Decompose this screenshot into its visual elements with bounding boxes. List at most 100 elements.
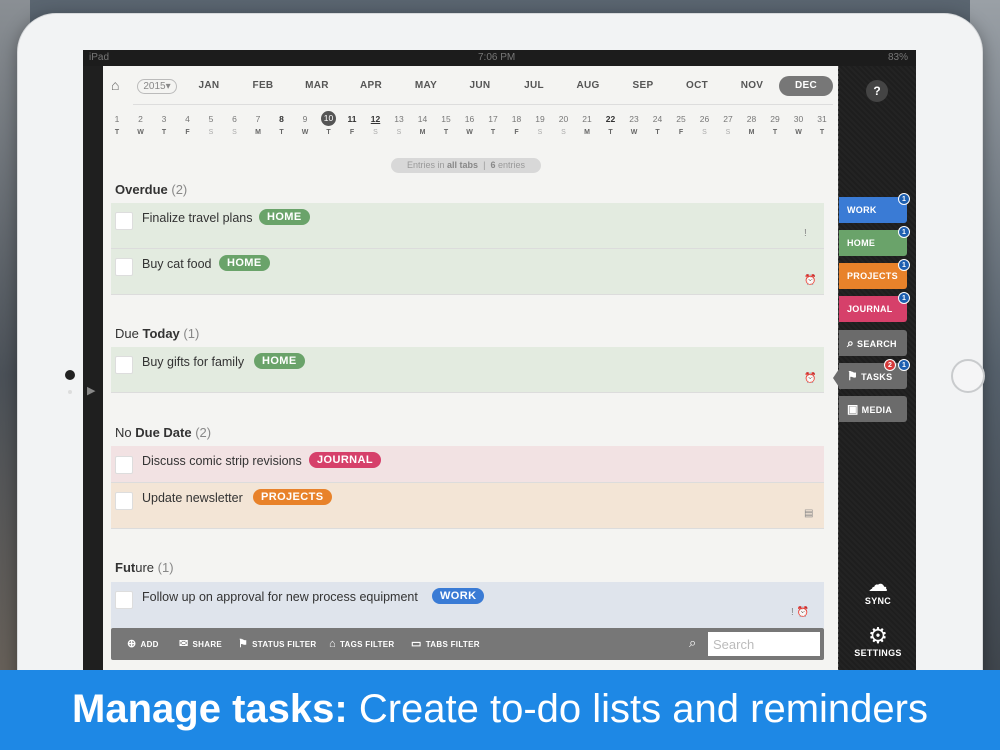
day-number: 4 bbox=[185, 114, 190, 124]
tab-work[interactable]: WORK bbox=[839, 197, 907, 223]
month-jun[interactable]: JUN bbox=[453, 76, 507, 96]
day-weekday: T bbox=[490, 129, 496, 136]
tag-home[interactable]: HOME bbox=[254, 353, 305, 369]
day-weekday: M bbox=[419, 129, 426, 136]
day-number: 28 bbox=[746, 114, 757, 124]
task-row[interactable]: Update newsletter PROJECTS ▤ bbox=[111, 483, 824, 529]
tag-projects[interactable]: PROJECTS bbox=[253, 489, 332, 505]
tag-journal[interactable]: JOURNAL bbox=[309, 452, 381, 468]
day-cell[interactable]: 15 T bbox=[436, 112, 456, 136]
day-cell[interactable]: 6S bbox=[225, 112, 245, 136]
day-cell[interactable]: 23 W bbox=[624, 112, 644, 136]
month-jan[interactable]: JAN bbox=[182, 76, 236, 96]
day-cell[interactable]: 11 F bbox=[342, 112, 362, 136]
day-cell[interactable]: 21 M bbox=[577, 112, 597, 136]
day-weekday: W bbox=[795, 129, 802, 136]
expand-arrow-icon[interactable]: ▶ bbox=[87, 384, 95, 397]
tabs-filter-button[interactable]: ▭ TABS FILTER bbox=[411, 628, 480, 660]
month-sep[interactable]: SEP bbox=[616, 76, 670, 96]
divider bbox=[133, 104, 833, 105]
day-cell[interactable]: 17 T bbox=[483, 112, 503, 136]
left-drawer-strip[interactable]: ▶ bbox=[83, 66, 103, 672]
tab-label: TASKS bbox=[861, 372, 893, 382]
year-selector[interactable]: 2015▾ bbox=[137, 79, 177, 94]
day-cell[interactable]: 25 F bbox=[671, 112, 691, 136]
add-button[interactable]: ⊕ ADD bbox=[127, 628, 159, 660]
month-feb[interactable]: FEB bbox=[236, 76, 290, 96]
task-checkbox[interactable] bbox=[115, 212, 133, 230]
add-label: ADD bbox=[140, 640, 159, 649]
day-cell[interactable]: 12 S bbox=[366, 112, 386, 136]
settings-button[interactable]: ⚙ SETTINGS bbox=[848, 624, 908, 659]
tag-home[interactable]: HOME bbox=[259, 209, 310, 225]
day-cell[interactable]: 9W bbox=[295, 112, 315, 136]
tag-home[interactable]: HOME bbox=[219, 255, 270, 271]
month-dec[interactable]: DEC bbox=[779, 76, 833, 96]
day-cell[interactable]: 28 M bbox=[742, 112, 762, 136]
day-cell[interactable]: 29 T bbox=[765, 112, 785, 136]
status-filter-button[interactable]: ⚑ STATUS FILTER bbox=[238, 628, 317, 660]
tab-journal[interactable]: JOURNAL bbox=[839, 296, 907, 322]
task-checkbox[interactable] bbox=[115, 258, 133, 276]
task-title: Buy cat food bbox=[142, 257, 212, 271]
day-cell[interactable]: 22 T bbox=[601, 112, 621, 136]
month-aug[interactable]: AUG bbox=[561, 76, 615, 96]
envelope-icon: ✉ bbox=[179, 638, 189, 650]
task-row[interactable]: Follow up on approval for new process eq… bbox=[111, 582, 824, 628]
day-cell[interactable]: 13 S bbox=[389, 112, 409, 136]
day-cell[interactable]: 26 S bbox=[695, 112, 715, 136]
day-cell[interactable]: 30 W bbox=[789, 112, 809, 136]
day-cell[interactable]: 20 S bbox=[554, 112, 574, 136]
task-row[interactable]: Discuss comic strip revisions JOURNAL bbox=[111, 446, 824, 483]
day-cell[interactable]: 10 T bbox=[319, 111, 339, 136]
share-button[interactable]: ✉ SHARE bbox=[179, 628, 222, 660]
tag-icon: ⌂ bbox=[329, 638, 336, 650]
day-cell[interactable]: 3T bbox=[154, 112, 174, 136]
day-cell[interactable]: 4F bbox=[178, 112, 198, 136]
day-cell[interactable]: 7M bbox=[248, 112, 268, 136]
day-cell[interactable]: 19 S bbox=[530, 112, 550, 136]
month-jul[interactable]: JUL bbox=[507, 76, 561, 96]
task-checkbox[interactable] bbox=[115, 591, 133, 609]
day-number: 29 bbox=[770, 114, 780, 124]
day-cell[interactable]: 5S bbox=[201, 112, 221, 136]
day-cell[interactable]: 16 W bbox=[460, 112, 480, 136]
task-checkbox[interactable] bbox=[115, 492, 133, 510]
tag-work[interactable]: WORK bbox=[432, 588, 485, 604]
day-cell[interactable]: 18 F bbox=[507, 112, 527, 136]
task-checkbox[interactable] bbox=[115, 356, 133, 374]
month-apr[interactable]: APR bbox=[344, 76, 398, 96]
day-cell[interactable]: 8T bbox=[272, 112, 292, 136]
help-button[interactable]: ? bbox=[866, 80, 888, 102]
day-cell[interactable]: 27 S bbox=[718, 112, 738, 136]
day-cell[interactable]: 1T bbox=[107, 112, 127, 136]
day-cell[interactable]: 24 T bbox=[648, 112, 668, 136]
tab-tasks[interactable]: ⚑ TASKS bbox=[839, 363, 907, 389]
day-weekday: S bbox=[725, 129, 731, 136]
task-row[interactable]: Finalize travel plans HOME ! bbox=[111, 203, 824, 249]
tab-home[interactable]: HOME bbox=[839, 230, 907, 256]
month-may[interactable]: MAY bbox=[399, 76, 453, 96]
flag-icon: ⚑ bbox=[238, 638, 249, 650]
task-row[interactable]: Buy gifts for family HOME ⏰ bbox=[111, 347, 824, 393]
day-number: 11 bbox=[347, 114, 357, 124]
home-icon[interactable]: ⌂ bbox=[111, 78, 125, 92]
section-due-today-header: Due Today (1) bbox=[115, 326, 199, 341]
tab-media[interactable]: ▣ MEDIA bbox=[839, 396, 907, 422]
tags-filter-button[interactable]: ⌂ TAGS FILTER bbox=[329, 628, 395, 660]
day-cell[interactable]: 14 M bbox=[413, 112, 433, 136]
day-cell[interactable]: 31 T bbox=[812, 112, 832, 136]
tab-label: PROJECTS bbox=[847, 271, 898, 281]
task-checkbox[interactable] bbox=[115, 456, 133, 474]
day-number: 17 bbox=[488, 114, 498, 124]
search-input[interactable] bbox=[708, 632, 820, 656]
tab-search[interactable]: ⌕ SEARCH bbox=[839, 330, 907, 356]
month-oct[interactable]: OCT bbox=[670, 76, 724, 96]
month-nov[interactable]: NOV bbox=[725, 76, 779, 96]
tab-projects[interactable]: PROJECTS bbox=[839, 263, 907, 289]
home-button[interactable] bbox=[951, 359, 985, 393]
day-cell[interactable]: 2W bbox=[131, 112, 151, 136]
task-row[interactable]: Buy cat food HOME ⏰ bbox=[111, 249, 824, 295]
month-mar[interactable]: MAR bbox=[290, 76, 344, 96]
sync-button[interactable]: ☁ SYNC bbox=[853, 574, 903, 606]
